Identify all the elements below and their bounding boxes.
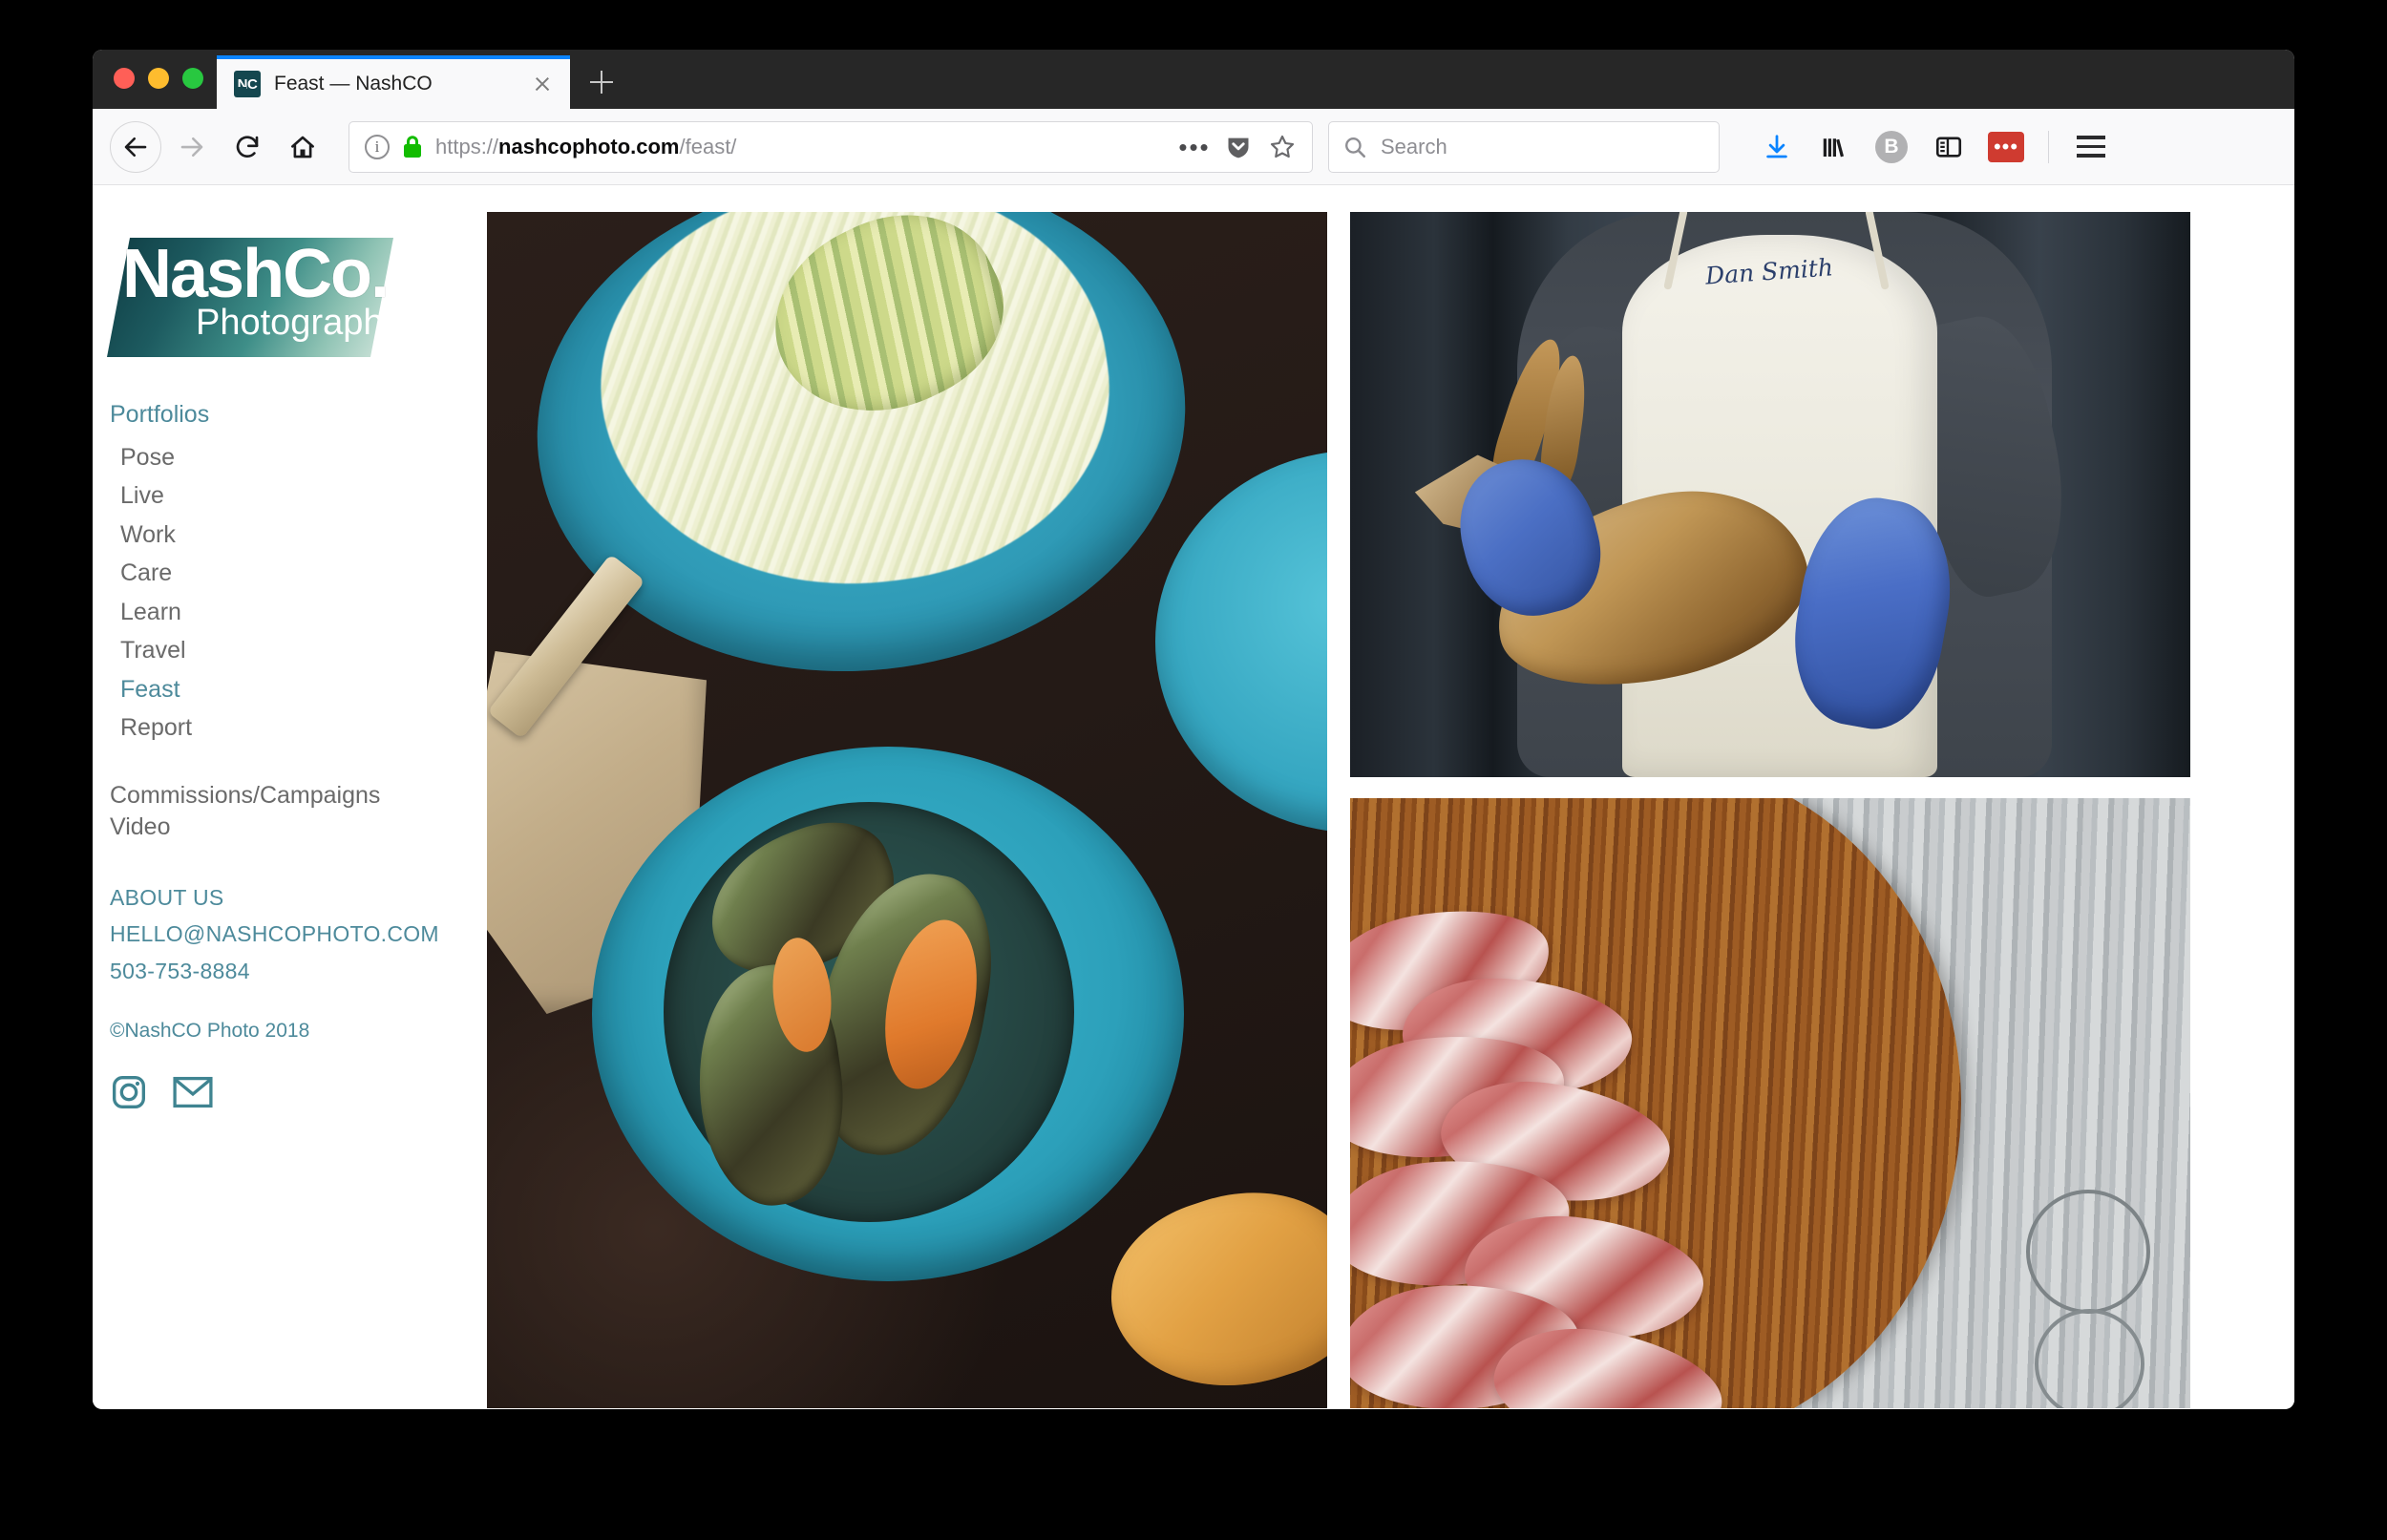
window-minimize-button[interactable] bbox=[148, 68, 169, 89]
extension-button[interactable]: ••• bbox=[1981, 122, 2031, 172]
sidebar-icon bbox=[1935, 136, 1962, 158]
portfolio-nav-list: Pose Live Work Care Learn Travel Feast R… bbox=[107, 438, 487, 748]
pocket-icon[interactable] bbox=[1222, 131, 1255, 163]
url-scheme: https:// bbox=[435, 134, 499, 158]
tab-feast-nashco[interactable]: NC Feast — NashCO bbox=[217, 55, 570, 109]
container-badge: B bbox=[1875, 130, 1908, 163]
window-maximize-button[interactable] bbox=[182, 68, 203, 89]
gallery-column-left bbox=[487, 212, 1327, 1408]
secondary-nav: Commissions/Campaigns Video bbox=[110, 780, 487, 843]
metal-ring bbox=[2026, 1190, 2150, 1314]
phone-link[interactable]: 503-753-8884 bbox=[110, 953, 487, 990]
pocket-shield-icon bbox=[1228, 137, 1249, 158]
contact-links: ABOUT US HELLO@NASHCOPHOTO.COM 503-753-8… bbox=[110, 879, 487, 990]
sidebar-item-travel[interactable]: Travel bbox=[107, 631, 487, 670]
search-placeholder: Search bbox=[1381, 134, 1447, 158]
address-bar[interactable]: i https://nashcophoto.com/feast/ ••• bbox=[349, 120, 1313, 173]
sidebar-item-report[interactable]: Report bbox=[107, 708, 487, 748]
sidebar-item-care[interactable]: Care bbox=[107, 554, 487, 593]
metal-ring bbox=[2035, 1309, 2144, 1408]
site-logo[interactable]: NashCo. Photography bbox=[107, 236, 402, 357]
url-text: https://nashcophoto.com/feast/ bbox=[435, 135, 1167, 159]
home-button[interactable] bbox=[278, 122, 327, 172]
sidebar-item-commissions-campaigns[interactable]: Commissions/Campaigns bbox=[110, 780, 487, 812]
arrow-right-icon bbox=[180, 137, 203, 157]
hamburger-icon bbox=[2077, 136, 2105, 158]
envelope-glyph bbox=[173, 1077, 213, 1108]
sidebar-item-feast[interactable]: Feast bbox=[107, 670, 487, 709]
social-links bbox=[110, 1073, 487, 1116]
photo-crab-handler[interactable]: Dan Smith bbox=[1350, 212, 2190, 777]
tab-title: Feast — NashCO bbox=[274, 73, 433, 95]
library-books-icon bbox=[1823, 137, 1844, 157]
site-sidebar: NashCo. Photography Portfolios Pose Live… bbox=[93, 185, 487, 1408]
downloads-button[interactable] bbox=[1752, 122, 1802, 172]
reload-button[interactable] bbox=[222, 122, 272, 172]
page-info-icon[interactable]: i bbox=[365, 134, 390, 159]
url-path: /feast/ bbox=[679, 134, 737, 158]
reload-icon bbox=[236, 135, 259, 158]
sidebar-item-learn[interactable]: Learn bbox=[107, 593, 487, 632]
extension-badge: ••• bbox=[1988, 131, 2024, 162]
star-icon bbox=[1270, 135, 1295, 158]
page-actions-icon[interactable]: ••• bbox=[1178, 131, 1211, 163]
app-menu-button[interactable] bbox=[2066, 122, 2116, 172]
tab-strip: NC Feast — NashCO bbox=[93, 50, 2294, 109]
gallery-column-right: Dan Smith bbox=[1350, 212, 2190, 1408]
sidebar-item-live[interactable]: Live bbox=[107, 476, 487, 516]
nav-heading-portfolios[interactable]: Portfolios bbox=[110, 395, 487, 434]
urlbar-area: i https://nashcophoto.com/feast/ ••• Sea… bbox=[349, 120, 2277, 173]
forward-button[interactable] bbox=[167, 122, 217, 172]
navigation-toolbar: i https://nashcophoto.com/feast/ ••• Sea… bbox=[93, 109, 2294, 185]
logo-tagline: Photography bbox=[196, 303, 402, 343]
photo-prosciutto-board[interactable] bbox=[1350, 798, 2190, 1408]
search-input[interactable]: Search bbox=[1328, 120, 1720, 173]
download-icon bbox=[1766, 134, 1787, 158]
tab-row: NC Feast — NashCO bbox=[217, 50, 633, 109]
photo-gallery: Dan Smith bbox=[487, 185, 2294, 1408]
window-close-button[interactable] bbox=[114, 68, 135, 89]
url-domain: nashcophoto.com bbox=[498, 134, 680, 158]
email-link[interactable]: HELLO@NASHCOPHOTO.COM bbox=[110, 916, 487, 953]
photo-seafood-bowls[interactable] bbox=[487, 212, 1327, 1408]
nashco-favicon: NC bbox=[234, 71, 261, 97]
instagram-icon[interactable] bbox=[110, 1073, 148, 1116]
sidebar-item-video[interactable]: Video bbox=[110, 812, 487, 843]
new-tab-button[interactable] bbox=[570, 55, 633, 109]
home-icon bbox=[291, 136, 314, 158]
sidebar-item-work[interactable]: Work bbox=[107, 516, 487, 555]
about-us-link[interactable]: ABOUT US bbox=[110, 879, 487, 917]
container-account-button[interactable]: B bbox=[1867, 122, 1916, 172]
search-icon bbox=[1345, 137, 1366, 158]
browser-window: NC Feast — NashCO i https://nashcophoto.… bbox=[93, 50, 2294, 1409]
arrow-left-icon bbox=[124, 137, 147, 157]
logo-wordmark: NashCo. bbox=[122, 236, 390, 312]
email-icon[interactable] bbox=[173, 1076, 213, 1113]
close-icon[interactable] bbox=[528, 70, 557, 98]
instagram-glyph bbox=[112, 1076, 145, 1109]
toolbar-divider bbox=[2048, 130, 2049, 163]
sidebar-toggle-button[interactable] bbox=[1924, 122, 1974, 172]
lock-icon[interactable] bbox=[401, 134, 424, 160]
window-controls bbox=[114, 68, 203, 89]
sidebar-item-pose[interactable]: Pose bbox=[107, 438, 487, 477]
page-content: NashCo. Photography Portfolios Pose Live… bbox=[93, 185, 2294, 1408]
back-button[interactable] bbox=[110, 120, 161, 173]
library-button[interactable] bbox=[1809, 122, 1859, 172]
toolbar-right: B ••• bbox=[1752, 122, 2116, 172]
copyright-text: ©NashCO Photo 2018 bbox=[110, 1020, 310, 1043]
bookmark-star-icon[interactable] bbox=[1266, 131, 1299, 163]
